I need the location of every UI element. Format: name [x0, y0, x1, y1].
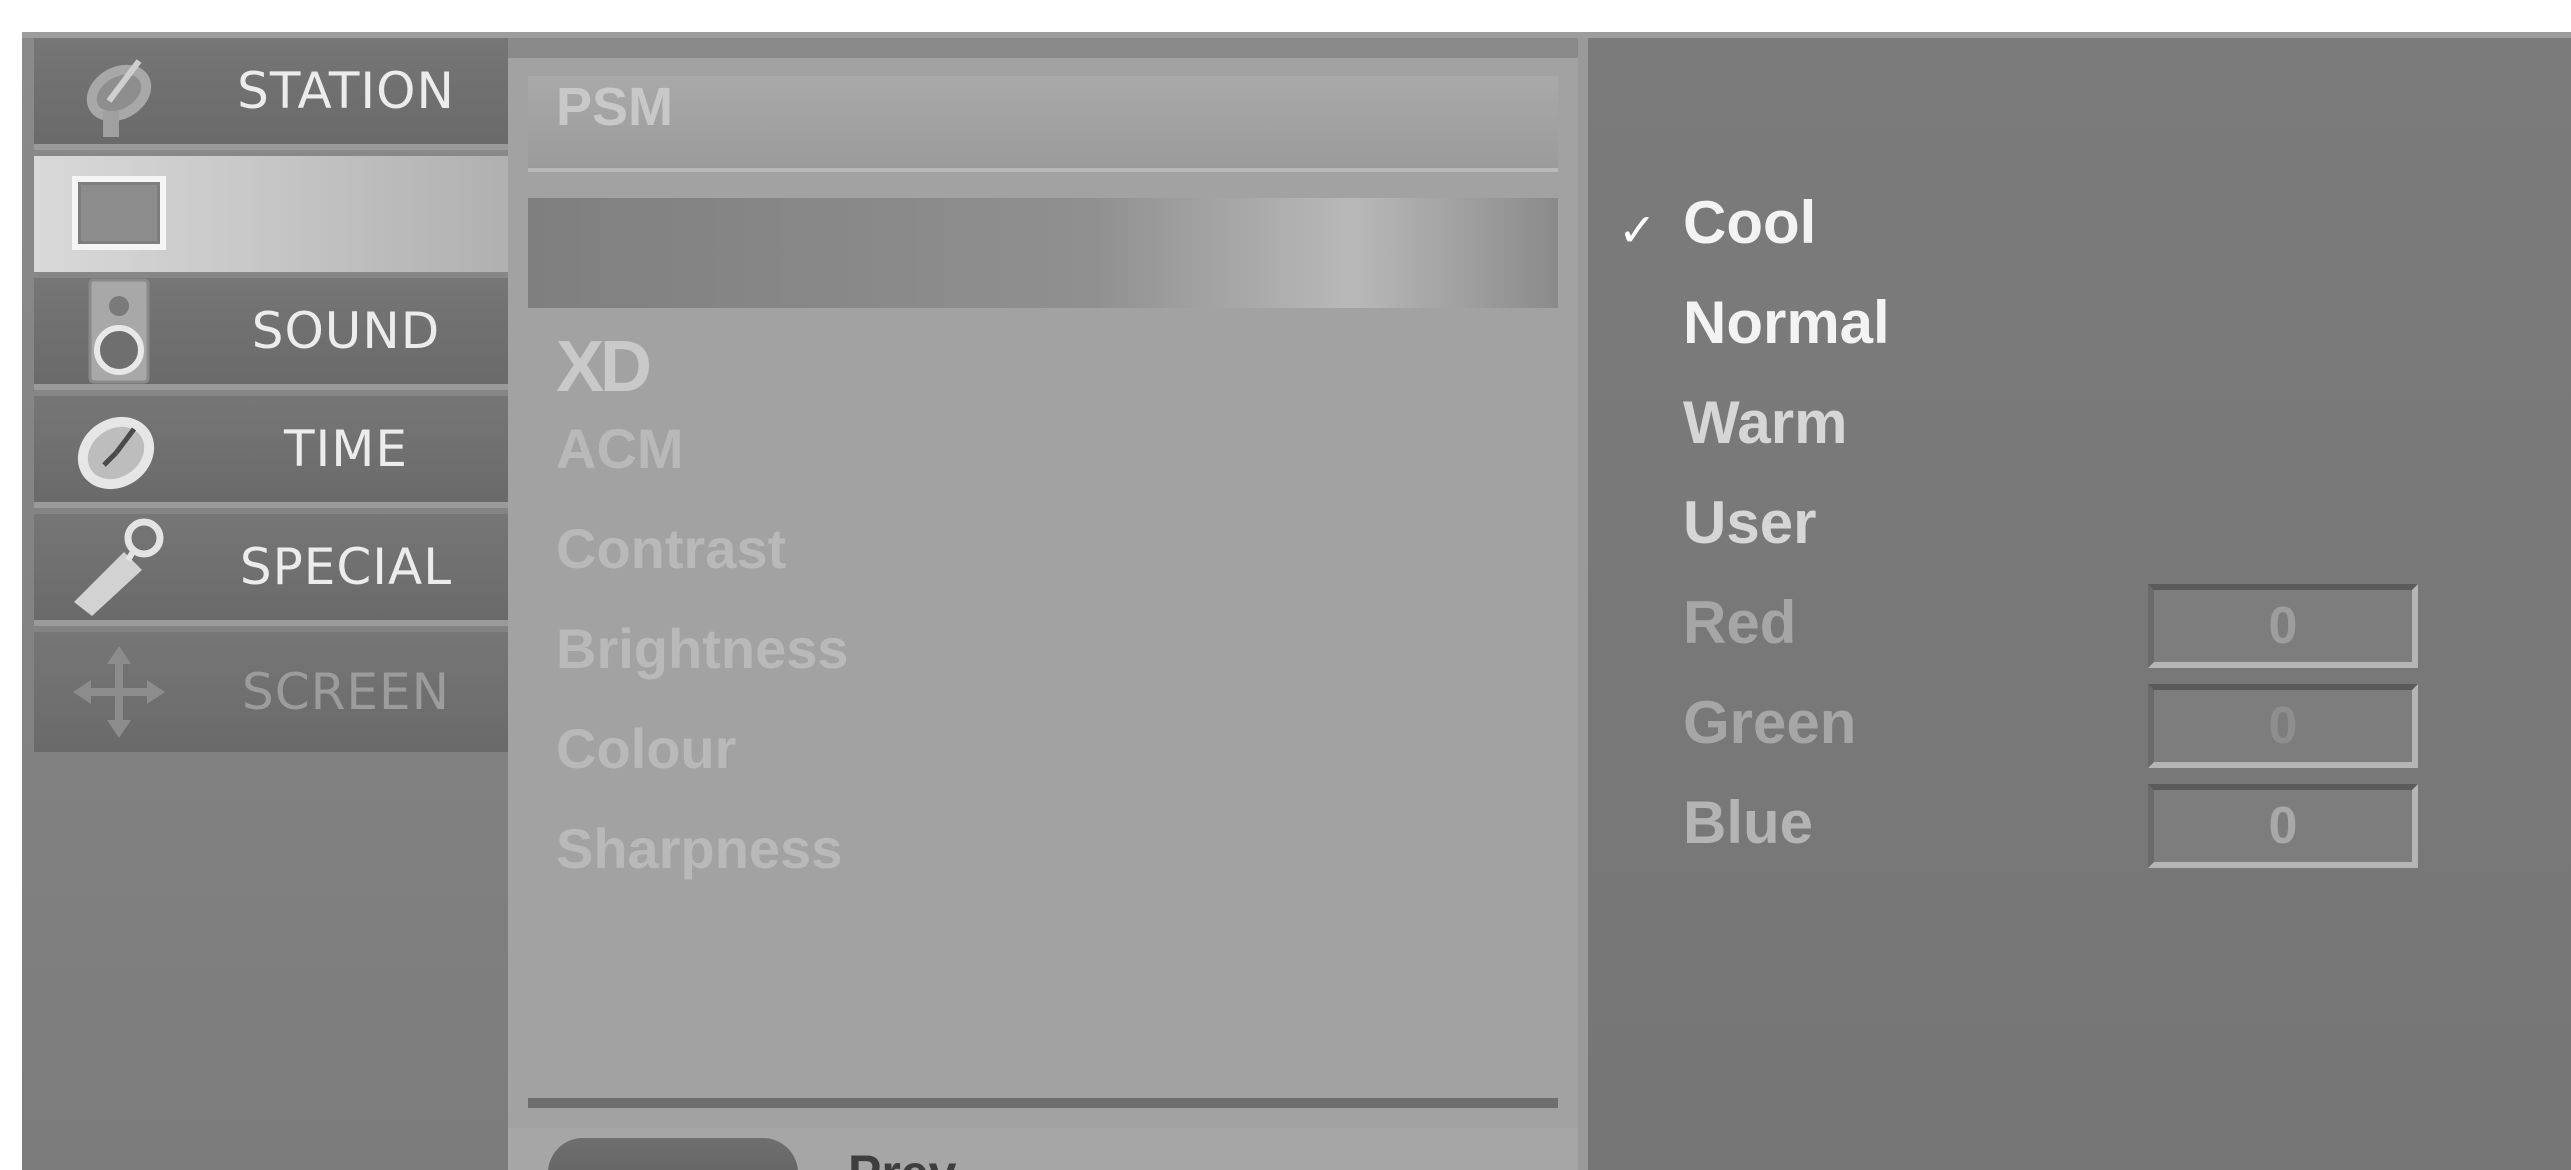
tab-screen-label: SCREEN	[242, 663, 450, 721]
tab-time[interactable]: TIME	[34, 396, 508, 508]
psm-label: PSM	[556, 77, 674, 137]
menu-item-contrast[interactable]: Contrast	[556, 516, 786, 581]
option-user[interactable]: User	[1683, 488, 1816, 557]
psm-row[interactable]	[528, 76, 1558, 172]
key-tag-icon	[64, 512, 174, 622]
option-normal[interactable]: Normal	[1683, 288, 1890, 357]
tv-osd-menu: STATION SOUND TIME SPECIAL SCREEN PSM XD…	[22, 32, 2571, 1170]
tab-screen[interactable]: SCREEN	[34, 632, 508, 752]
menu-item-brightness[interactable]: Brightness	[556, 616, 849, 681]
panel-divider	[528, 1098, 1558, 1108]
tab-time-label: TIME	[283, 420, 409, 478]
tab-sound[interactable]: SOUND	[34, 278, 508, 390]
option-warm[interactable]: Warm	[1683, 388, 1847, 457]
move-arrows-icon	[64, 637, 174, 747]
rgb-label-green: Green	[1683, 689, 1857, 756]
green-value-box[interactable]: 0	[2148, 684, 2418, 768]
prev-label: Prev.	[848, 1144, 967, 1170]
rgb-label-red: Red	[1683, 589, 1797, 656]
menu-item-acm[interactable]: ACM	[556, 416, 684, 481]
menu-item-colour[interactable]: Colour	[556, 716, 736, 781]
menu-item-sharpness[interactable]: Sharpness	[556, 816, 842, 881]
tab-sound-label: SOUND	[251, 302, 441, 360]
option-cool[interactable]: Cool	[1683, 188, 1816, 257]
colour-temperature-panel: ✓ Cool Normal Warm User Red 0 Green 0 Bl…	[1578, 38, 2571, 1170]
blue-value-box[interactable]: 0	[2148, 784, 2418, 868]
picture-screen-icon	[64, 159, 174, 269]
tab-special-label: SPECIAL	[239, 538, 453, 596]
picture-menu-panel: PSM XD ACM Contrast Brightness Colour Sh…	[508, 58, 1578, 1128]
red-value-box[interactable]: 0	[2148, 584, 2418, 668]
clock-icon	[64, 394, 174, 504]
rgb-label-blue: Blue	[1683, 789, 1814, 856]
prev-button[interactable]	[548, 1138, 798, 1170]
tab-station-label: STATION	[237, 62, 455, 120]
satellite-dish-icon	[64, 36, 174, 146]
tab-picture[interactable]	[34, 156, 508, 272]
xd-logo: XD	[556, 327, 652, 407]
selection-highlight	[528, 198, 1558, 308]
check-mark-icon: ✓	[1618, 203, 1657, 257]
footer-bar: Prev.	[508, 1128, 1578, 1170]
speaker-icon	[64, 276, 174, 386]
tab-special[interactable]: SPECIAL	[34, 514, 508, 626]
tab-station[interactable]: STATION	[34, 38, 508, 150]
